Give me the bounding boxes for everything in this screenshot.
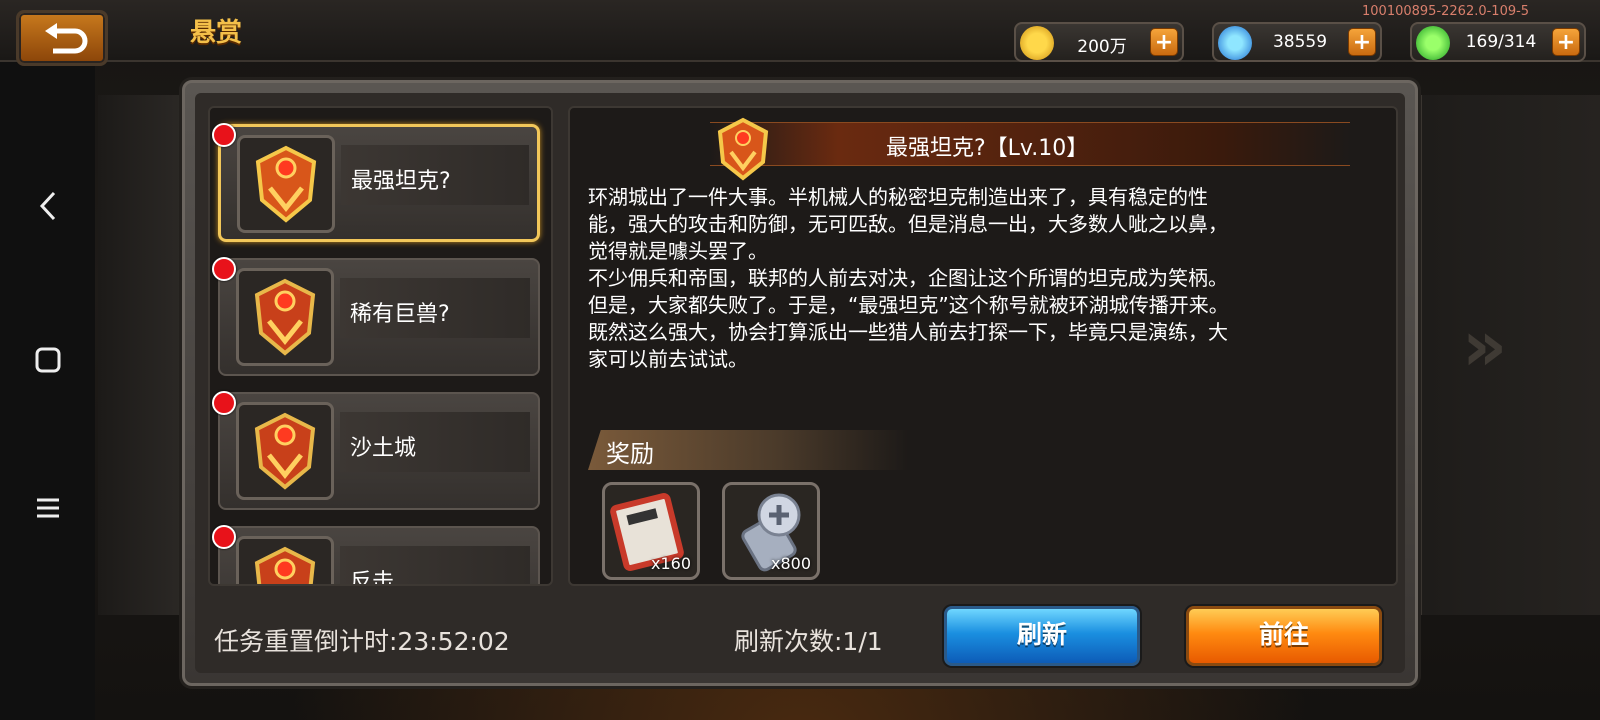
- quest-item-sand-city[interactable]: 沙土城: [218, 392, 540, 510]
- gold-emblem-icon: [236, 402, 334, 500]
- return-arrow-icon: [45, 23, 88, 54]
- system-back-icon[interactable]: [28, 186, 68, 226]
- reward-qty: x160: [650, 554, 691, 573]
- quest-description: 环湖城出了一件大事。半机械人的秘密坦克制造出来了，具有稳定的性 能，强大的攻击和…: [588, 184, 1378, 373]
- notification-dot: [212, 525, 236, 549]
- quest-item-counterattack[interactable]: 反击: [218, 526, 540, 586]
- description-line: 觉得就是噱头罢了。: [588, 239, 768, 263]
- notification-dot: [212, 257, 236, 281]
- add-energy-button[interactable]: +: [1552, 28, 1580, 56]
- reward-item-screw[interactable]: x800: [722, 482, 820, 580]
- add-gold-button[interactable]: +: [1150, 28, 1178, 56]
- reward-label: 奖励: [606, 440, 654, 468]
- reward-qty: x800: [770, 554, 811, 573]
- system-home-icon[interactable]: [28, 340, 68, 380]
- description-line: 环湖城出了一件大事。半机械人的秘密坦克制造出来了，具有稳定的性: [588, 185, 1208, 209]
- gold-resource: 200万 +: [1014, 22, 1184, 62]
- description-line: 家可以前去试试。: [588, 347, 748, 371]
- add-gem-button[interactable]: +: [1348, 28, 1376, 56]
- gold-emblem-icon: [236, 268, 334, 366]
- description-line: 但是，大家都失败了。于是，“最强坦克”这个称号就被环湖城传播开来。: [588, 293, 1229, 317]
- right-wall-panel: »: [1420, 95, 1600, 615]
- gold-coin-icon: [1020, 26, 1054, 60]
- refresh-count: 刷新次数:1/1: [734, 627, 883, 656]
- notification-dot: [212, 123, 236, 147]
- green-energy-icon: [1416, 26, 1450, 60]
- refresh-button[interactable]: 刷新: [944, 606, 1140, 666]
- quest-name: 稀有巨兽?: [350, 302, 450, 327]
- energy-value: 169/314: [1465, 32, 1537, 52]
- quest-title: 最强坦克?【Lv.10】: [886, 136, 1089, 161]
- quest-name: 最强坦克?: [351, 169, 451, 194]
- quest-detail-panel: 最强坦克?【Lv.10】 环湖城出了一件大事。半机械人的秘密坦克制造出来了，具有…: [568, 106, 1398, 586]
- reward-item-ticket[interactable]: x160: [602, 482, 700, 580]
- page-title: 悬赏: [190, 18, 243, 48]
- description-line: 既然这么强大，协会打算派出一些猎人前去打探一下，毕竟只是演练，大: [588, 320, 1228, 344]
- quest-list[interactable]: 最强坦克? 稀有巨兽? 沙土城 反击: [208, 106, 553, 586]
- gem-value: 38559: [1272, 32, 1328, 52]
- energy-resource: 169/314 +: [1410, 22, 1586, 62]
- gold-emblem-icon: [237, 135, 335, 233]
- description-line: 不少佣兵和帝国，联邦的人前去对决，企图让这个所谓的坦克成为笑柄。: [588, 266, 1228, 290]
- go-button[interactable]: 前往: [1186, 606, 1382, 666]
- description-line: 能，强大的攻击和防御，无可匹敌。但是消息一出，大多数人呲之以鼻，: [588, 212, 1228, 236]
- blue-gem-icon: [1218, 26, 1252, 60]
- system-menu-icon[interactable]: [28, 488, 68, 528]
- system-nav-bar: [0, 0, 95, 720]
- quest-item-rare-beast[interactable]: 稀有巨兽?: [218, 258, 540, 376]
- quest-item-strongest-tank[interactable]: 最强坦克?: [218, 124, 540, 242]
- quest-name: 沙土城: [350, 436, 417, 461]
- version-label: 100100895-2262.0-109-5: [1362, 4, 1530, 19]
- gold-emblem-icon: [236, 536, 334, 584]
- back-button[interactable]: [16, 10, 108, 66]
- gold-emblem-icon: [717, 117, 769, 181]
- gem-resource: 38559 +: [1212, 22, 1382, 62]
- left-wall-panel: [98, 95, 183, 615]
- notification-dot: [212, 391, 236, 415]
- reset-countdown: 任务重置倒计时:23:52:02: [214, 627, 510, 656]
- chevron-decoration-icon: »: [1462, 305, 1508, 387]
- gold-value: 200万: [1077, 37, 1127, 57]
- quest-name: 反击: [350, 570, 395, 586]
